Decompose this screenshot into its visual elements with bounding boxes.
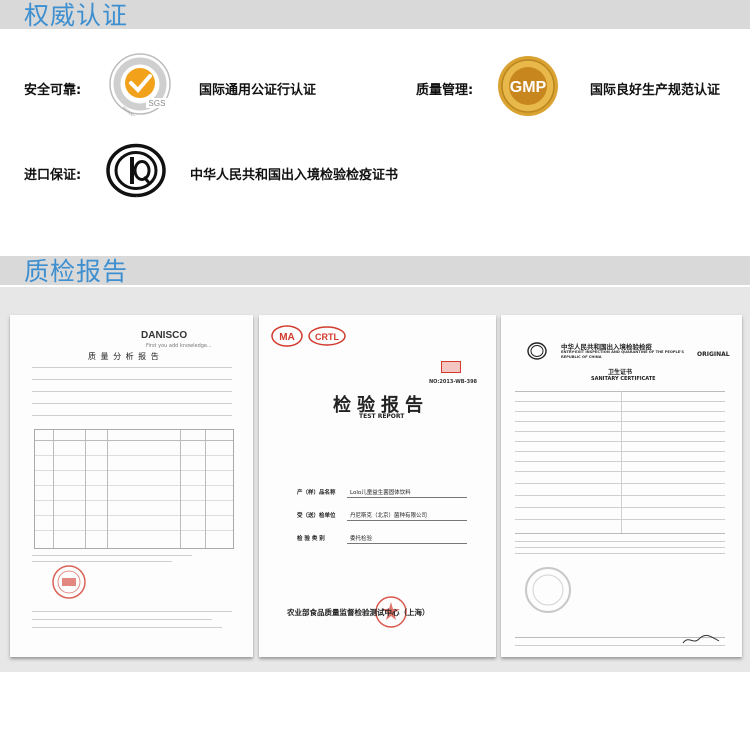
danisco-data-table — [34, 429, 234, 549]
test-report-stamp — [441, 361, 461, 373]
svg-text:CRTL: CRTL — [315, 332, 339, 342]
sgs-description: 国际通用公证行认证 — [199, 83, 317, 98]
field-value-type: 委托检验 — [350, 536, 373, 542]
danisco-quality-report: DANISCO First you add knowledge... 质 量 分… — [10, 315, 253, 657]
field-label-client: 受（送）检单位 — [297, 513, 336, 519]
documents-area: DANISCO First you add knowledge... 质 量 分… — [0, 287, 750, 672]
authority-section-title: 权威认证 — [24, 1, 129, 30]
sanitary-title-en: SANITARY CERTIFICATE — [591, 376, 656, 382]
sanitary-original: ORIGINAL — [697, 351, 730, 358]
quality-section-header: 质检报告 — [0, 256, 750, 286]
field-value-product: Lolo儿童益生菌固体饮料 — [350, 490, 411, 496]
gmp-logo: GMP — [496, 54, 560, 118]
test-report-issuer: 农业部食品质量监督检验测试中心（上海） — [287, 608, 430, 617]
ciq-description: 中华人民共和国出入境检验检疫证书 — [190, 168, 399, 183]
ma-logo: MA — [271, 325, 303, 347]
danisco-brand: DANISCO — [141, 330, 188, 341]
danisco-report-title: 质 量 分 析 报 告 — [88, 352, 160, 361]
quality-management-label: 质量管理: — [416, 83, 474, 98]
sanitary-title-cn: 卫生证书 — [608, 369, 633, 376]
danisco-tagline: First you add knowledge... — [146, 343, 212, 349]
field-label-type: 检 验 类 别 — [297, 536, 325, 542]
ciq-logo: CIQ — [106, 143, 166, 198]
test-report: MA CRTL NO:2013-WB-398 检验报告 TEST REPORT … — [259, 315, 496, 657]
sanitary-certificate: 中华人民共和国出入境检验检疫 ENTRY-EXIT INSPECTION AND… — [501, 315, 742, 657]
danisco-stamp — [52, 565, 86, 599]
safety-label: 安全可靠: — [24, 83, 82, 98]
sanitary-signature — [682, 634, 720, 644]
field-label-product: 产（样）品名称 — [297, 490, 336, 496]
quality-section-title: 质检报告 — [24, 257, 129, 286]
sanitary-watermark-seal — [525, 567, 571, 613]
ciq-logo-text: CIQ — [136, 196, 138, 198]
test-report-number: NO:2013-WB-398 — [429, 379, 478, 385]
import-guarantee-label: 进口保证: — [24, 168, 82, 183]
test-report-subtitle: TEST REPORT — [359, 413, 405, 420]
authority-section-header: 权威认证 — [0, 0, 750, 30]
gmp-description: 国际良好生产规范认证 — [590, 83, 721, 98]
sgs-logo-text: SGS — [149, 99, 166, 108]
sgs-iso-logo: SGS ISO9001-2000 — [108, 52, 172, 126]
sanitary-header-en: ENTRY-EXIT INSPECTION AND QUARANTINE OF … — [561, 350, 684, 359]
sanitary-ciq-icon — [527, 342, 547, 360]
gmp-logo-text: GMP — [510, 79, 547, 96]
field-value-client: 丹尼斯克（北京）菌种有限公司 — [350, 513, 428, 519]
crtl-logo: CRTL — [308, 326, 346, 346]
svg-text:MA: MA — [279, 332, 295, 343]
